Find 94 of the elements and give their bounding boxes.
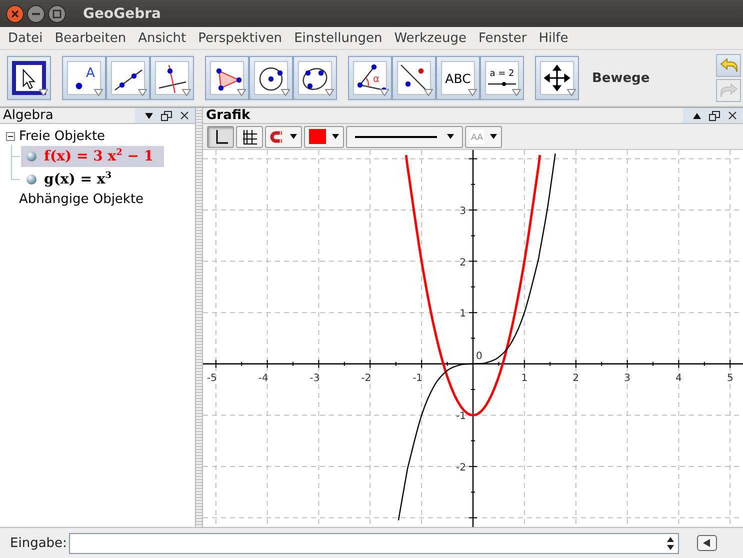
redo-icon <box>720 82 738 98</box>
dropdown-triangle-icon <box>380 89 389 96</box>
graphics-view[interactable]: 0 -5 -4 -3 -2 -1 1 2 3 4 5 -2 -1 1 2 3 <box>203 150 743 527</box>
tool-button[interactable] <box>7 56 51 100</box>
dropdown-arrow-icon <box>290 134 297 139</box>
tool-button[interactable] <box>150 56 194 100</box>
dropdown-triangle-icon <box>39 89 48 96</box>
tool-button[interactable] <box>293 56 337 100</box>
undock-icon[interactable] <box>161 110 172 120</box>
y-tick-label: 1 <box>460 308 466 320</box>
menu-item[interactable]: Ansicht <box>132 30 192 46</box>
menu-item[interactable]: Perspektiven <box>192 30 288 46</box>
y-tick-label: -1 <box>456 411 466 422</box>
tool-button[interactable]: A <box>62 56 106 100</box>
close-icon[interactable] <box>180 111 189 120</box>
x-tick-label: 3 <box>624 372 630 384</box>
maximize-button[interactable] <box>48 4 66 22</box>
perpendicular-line-icon <box>156 62 188 94</box>
dropdown-triangle-icon <box>325 89 334 96</box>
tool-button[interactable]: α <box>348 56 392 100</box>
panel-title: Grafik <box>205 108 250 123</box>
window-title: GeoGebra <box>83 6 161 22</box>
x-tick-label: 5 <box>726 372 734 384</box>
menu-item[interactable]: Fenster <box>472 30 533 46</box>
x-tick-label: 4 <box>676 372 682 384</box>
grid-toggle-button[interactable] <box>236 126 263 148</box>
dropdown-triangle-icon <box>281 89 290 96</box>
origin-label: 0 <box>476 350 482 362</box>
formula: g(x) = x$^{3}$ <box>44 171 112 188</box>
y-tick-label: 2 <box>460 257 466 268</box>
four-way-arrow-icon <box>541 62 573 94</box>
minimize-button[interactable] <box>27 4 45 22</box>
dropdown-triangle-icon <box>237 89 246 96</box>
input-label: Eingabe: <box>10 536 67 550</box>
x-tick-label: -2 <box>361 372 372 384</box>
tool-name: Bewege <box>592 70 650 86</box>
group-label[interactable]: Freie Objekte <box>19 129 106 144</box>
left-triangle-icon <box>703 539 710 547</box>
tool-button[interactable]: a = 2 <box>480 56 524 100</box>
x-tick-label: -4 <box>258 372 268 384</box>
menu-item[interactable]: Bearbeiten <box>48 30 132 46</box>
dropdown-triangle-icon <box>182 89 191 96</box>
axes-toggle-button[interactable] <box>207 126 234 148</box>
magnet-icon <box>270 130 284 144</box>
undock-icon[interactable] <box>709 110 720 120</box>
collapse-icon[interactable] <box>693 112 701 118</box>
line-style-button[interactable] <box>346 126 463 148</box>
x-tick-label: 2 <box>572 372 580 384</box>
menu-item[interactable]: Einstellungen <box>288 30 388 46</box>
collapse-box-icon[interactable] <box>6 132 15 141</box>
algebra-item[interactable]: g(x) = x$^{3}$ <box>21 169 122 190</box>
tool-button[interactable] <box>535 56 579 100</box>
tool-button[interactable] <box>106 56 150 100</box>
close-button[interactable] <box>6 4 24 22</box>
tool-button[interactable] <box>205 56 249 100</box>
color-button[interactable] <box>304 126 344 148</box>
tool-button[interactable] <box>249 56 293 100</box>
grid-icon <box>242 128 258 144</box>
dropdown-arrow-icon <box>490 134 498 139</box>
menu-item[interactable]: Datei <box>2 30 49 46</box>
dropdown-triangle-icon <box>424 89 433 96</box>
x-tick-label: -3 <box>310 372 320 384</box>
dropdown-triangle-icon <box>512 89 521 96</box>
dropdown-arrow-icon <box>447 134 454 139</box>
y-tick-label: -2 <box>456 462 466 474</box>
text-icon: ABC <box>442 62 474 94</box>
tool-button[interactable] <box>392 56 436 100</box>
function-graph[interactable] <box>398 154 556 520</box>
point-capturing-button[interactable] <box>265 126 302 148</box>
sphere-icon[interactable] <box>26 174 37 185</box>
y-tick-label: 3 <box>460 206 466 217</box>
panel-title: Algebra <box>2 108 54 123</box>
x-tick-label: 1 <box>521 372 528 384</box>
dropdown-arrow-icon <box>332 134 339 139</box>
undo-button[interactable] <box>716 54 741 77</box>
close-icon[interactable] <box>728 111 737 120</box>
menu-item[interactable]: Hilfe <box>532 30 574 46</box>
x-tick-label: -1 <box>412 372 423 384</box>
dropdown-triangle-icon <box>567 89 576 96</box>
input-field[interactable] <box>68 532 679 554</box>
dropdown-triangle-icon <box>94 89 103 96</box>
dropdown-triangle-icon <box>468 89 477 96</box>
line-style-icon <box>355 134 437 138</box>
tool-button[interactable]: ABC <box>436 56 480 100</box>
dropdown-triangle-icon <box>138 89 147 96</box>
sphere-icon[interactable] <box>26 151 37 162</box>
group-label[interactable]: Abhängige Objekte <box>19 192 144 207</box>
formula: f(x) = 3 x$^{2}$ − 1 <box>44 148 154 165</box>
x-tick-label: -5 <box>206 372 217 384</box>
menu-triangle-icon[interactable] <box>145 112 153 118</box>
undo-icon <box>720 58 738 74</box>
spinner-icon[interactable] <box>666 536 674 550</box>
menu-item[interactable]: Werkzeuge <box>388 30 472 46</box>
toggle-button[interactable] <box>696 535 717 551</box>
